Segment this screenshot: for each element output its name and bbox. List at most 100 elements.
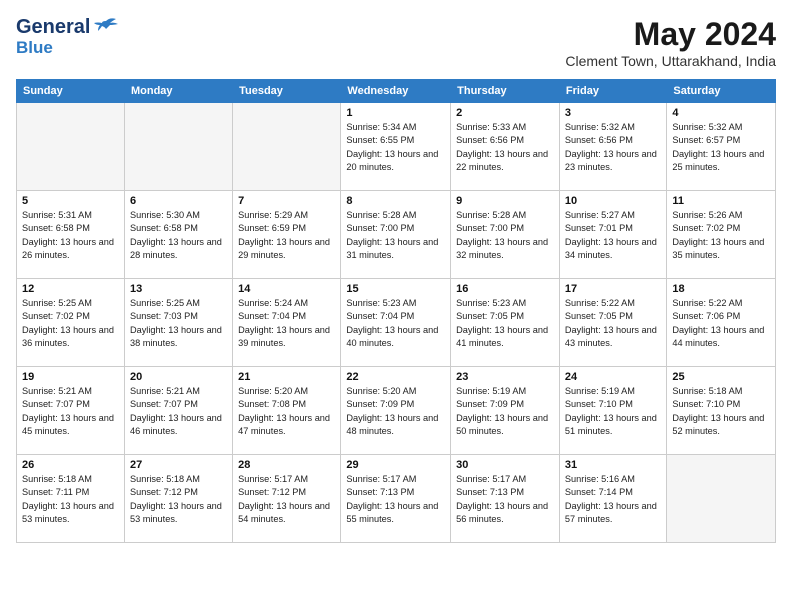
day-number: 20: [130, 371, 227, 383]
day-info: Sunrise: 5:34 AMSunset: 6:55 PMDaylight:…: [346, 121, 445, 174]
calendar-cell: 12Sunrise: 5:25 AMSunset: 7:02 PMDayligh…: [17, 279, 125, 367]
day-number: 19: [22, 371, 119, 383]
calendar-table: SundayMondayTuesdayWednesdayThursdayFrid…: [16, 79, 776, 543]
calendar-cell: 22 Sunrise: 5:20 AMSunset: 7:09 PMDayligh…: [341, 367, 451, 455]
day-number: 26: [22, 459, 119, 471]
day-number: 17: [565, 283, 661, 295]
day-number: 7: [238, 195, 335, 207]
day-info: Sunrise: 5:23 AMSunset: 7:04 PMDaylight:…: [346, 297, 445, 350]
calendar-cell: 15Sunrise: 5:23 AMSunset: 7:04 PMDayligh…: [341, 279, 451, 367]
calendar-header-row: SundayMondayTuesdayWednesdayThursdayFrid…: [17, 80, 776, 103]
calendar-cell: [233, 103, 341, 191]
calendar-cell: 7 Sunrise: 5:29 AMSunset: 6:59 PMDaylight…: [233, 191, 341, 279]
day-number: 31: [565, 459, 661, 471]
calendar-header-sunday: Sunday: [17, 80, 125, 103]
day-number: 28: [238, 459, 335, 471]
day-number: 29: [346, 459, 445, 471]
day-info: Sunrise: 5:32 AMSunset: 6:56 PMDaylight:…: [565, 121, 661, 174]
day-info: Sunrise: 5:20 AMSunset: 7:09 PMDaylight:…: [346, 385, 445, 438]
calendar-cell: 18 Sunrise: 5:22 AMSunset: 7:06 PMDayligh…: [667, 279, 776, 367]
page: General Blue May 2024 Clement Town, Utta…: [0, 0, 792, 612]
logo-general: General: [16, 16, 90, 39]
calendar-cell: 30 Sunrise: 5:17 AMSunset: 7:13 PMDayligh…: [451, 455, 560, 543]
day-number: 30: [456, 459, 554, 471]
day-info: Sunrise: 5:25 AMSunset: 7:02 PMDaylight:…: [22, 297, 119, 350]
calendar-cell: [17, 103, 125, 191]
day-number: 27: [130, 459, 227, 471]
calendar-cell: 3 Sunrise: 5:32 AMSunset: 6:56 PMDaylight…: [559, 103, 666, 191]
calendar-header-monday: Monday: [124, 80, 232, 103]
day-number: 4: [672, 107, 770, 119]
calendar-cell: 4 Sunrise: 5:32 AMSunset: 6:57 PMDaylight…: [667, 103, 776, 191]
day-info: Sunrise: 5:16 AMSunset: 7:14 PMDaylight:…: [565, 473, 661, 526]
calendar-cell: 26 Sunrise: 5:18 AMSunset: 7:11 PMDayligh…: [17, 455, 125, 543]
calendar-header-saturday: Saturday: [667, 80, 776, 103]
day-info: Sunrise: 5:18 AMSunset: 7:12 PMDaylight:…: [130, 473, 227, 526]
day-info: Sunrise: 5:22 AMSunset: 7:06 PMDaylight:…: [672, 297, 770, 350]
day-number: 18: [672, 283, 770, 295]
calendar-cell: 16 Sunrise: 5:23 AMSunset: 7:05 PMDayligh…: [451, 279, 560, 367]
logo-blue: Blue: [16, 39, 53, 56]
calendar-cell: 27 Sunrise: 5:18 AMSunset: 7:12 PMDayligh…: [124, 455, 232, 543]
calendar-week-4: 19 Sunrise: 5:21 AMSunset: 7:07 PMDayligh…: [17, 367, 776, 455]
calendar-cell: 11Sunrise: 5:26 AMSunset: 7:02 PMDayligh…: [667, 191, 776, 279]
day-info: Sunrise: 5:21 AMSunset: 7:07 PMDaylight:…: [22, 385, 119, 438]
month-title: May 2024: [565, 16, 776, 53]
calendar-cell: 1 Sunrise: 5:34 AMSunset: 6:55 PMDaylight…: [341, 103, 451, 191]
calendar-cell: 2 Sunrise: 5:33 AMSunset: 6:56 PMDaylight…: [451, 103, 560, 191]
calendar-cell: [667, 455, 776, 543]
day-number: 22: [346, 371, 445, 383]
day-info: Sunrise: 5:17 AMSunset: 7:12 PMDaylight:…: [238, 473, 335, 526]
day-info: Sunrise: 5:18 AMSunset: 7:10 PMDaylight:…: [672, 385, 770, 438]
day-number: 23: [456, 371, 554, 383]
day-info: Sunrise: 5:20 AMSunset: 7:08 PMDaylight:…: [238, 385, 335, 438]
day-info: Sunrise: 5:30 AMSunset: 6:58 PMDaylight:…: [130, 209, 227, 262]
calendar-header-tuesday: Tuesday: [233, 80, 341, 103]
calendar-header-friday: Friday: [559, 80, 666, 103]
calendar-cell: 6Sunrise: 5:30 AMSunset: 6:58 PMDaylight…: [124, 191, 232, 279]
calendar-cell: 20 Sunrise: 5:21 AMSunset: 7:07 PMDayligh…: [124, 367, 232, 455]
day-info: Sunrise: 5:27 AMSunset: 7:01 PMDaylight:…: [565, 209, 661, 262]
day-info: Sunrise: 5:17 AMSunset: 7:13 PMDaylight:…: [456, 473, 554, 526]
calendar-cell: 13 Sunrise: 5:25 AMSunset: 7:03 PMDayligh…: [124, 279, 232, 367]
day-info: Sunrise: 5:28 AMSunset: 7:00 PMDaylight:…: [456, 209, 554, 262]
calendar-cell: [124, 103, 232, 191]
day-number: 13: [130, 283, 227, 295]
calendar-header-thursday: Thursday: [451, 80, 560, 103]
day-number: 14: [238, 283, 335, 295]
day-number: 2: [456, 107, 554, 119]
calendar-cell: 25Sunrise: 5:18 AMSunset: 7:10 PMDayligh…: [667, 367, 776, 455]
day-number: 21: [238, 371, 335, 383]
calendar-week-5: 26 Sunrise: 5:18 AMSunset: 7:11 PMDayligh…: [17, 455, 776, 543]
day-info: Sunrise: 5:25 AMSunset: 7:03 PMDaylight:…: [130, 297, 227, 350]
day-number: 5: [22, 195, 119, 207]
day-info: Sunrise: 5:32 AMSunset: 6:57 PMDaylight:…: [672, 121, 770, 174]
day-info: Sunrise: 5:29 AMSunset: 6:59 PMDaylight:…: [238, 209, 335, 262]
day-info: Sunrise: 5:33 AMSunset: 6:56 PMDaylight:…: [456, 121, 554, 174]
day-info: Sunrise: 5:21 AMSunset: 7:07 PMDaylight:…: [130, 385, 227, 438]
day-number: 3: [565, 107, 661, 119]
calendar-cell: 21 Sunrise: 5:20 AMSunset: 7:08 PMDayligh…: [233, 367, 341, 455]
header: General Blue May 2024 Clement Town, Utta…: [16, 16, 776, 69]
logo-bird-icon: [92, 17, 120, 39]
calendar-cell: 5 Sunrise: 5:31 AMSunset: 6:58 PMDaylight…: [17, 191, 125, 279]
day-info: Sunrise: 5:19 AMSunset: 7:09 PMDaylight:…: [456, 385, 554, 438]
day-number: 9: [456, 195, 554, 207]
calendar-cell: 24Sunrise: 5:19 AMSunset: 7:10 PMDayligh…: [559, 367, 666, 455]
day-number: 8: [346, 195, 445, 207]
day-info: Sunrise: 5:24 AMSunset: 7:04 PMDaylight:…: [238, 297, 335, 350]
calendar-week-2: 5 Sunrise: 5:31 AMSunset: 6:58 PMDaylight…: [17, 191, 776, 279]
day-info: Sunrise: 5:31 AMSunset: 6:58 PMDaylight:…: [22, 209, 119, 262]
calendar-cell: 29Sunrise: 5:17 AMSunset: 7:13 PMDayligh…: [341, 455, 451, 543]
calendar-cell: 31 Sunrise: 5:16 AMSunset: 7:14 PMDayligh…: [559, 455, 666, 543]
day-number: 16: [456, 283, 554, 295]
calendar-cell: 8Sunrise: 5:28 AMSunset: 7:00 PMDaylight…: [341, 191, 451, 279]
calendar-week-3: 12Sunrise: 5:25 AMSunset: 7:02 PMDayligh…: [17, 279, 776, 367]
location-subtitle: Clement Town, Uttarakhand, India: [565, 53, 776, 69]
day-info: Sunrise: 5:23 AMSunset: 7:05 PMDaylight:…: [456, 297, 554, 350]
calendar-cell: 19 Sunrise: 5:21 AMSunset: 7:07 PMDayligh…: [17, 367, 125, 455]
day-number: 1: [346, 107, 445, 119]
title-block: May 2024 Clement Town, Uttarakhand, Indi…: [565, 16, 776, 69]
day-info: Sunrise: 5:22 AMSunset: 7:05 PMDaylight:…: [565, 297, 661, 350]
day-info: Sunrise: 5:18 AMSunset: 7:11 PMDaylight:…: [22, 473, 119, 526]
